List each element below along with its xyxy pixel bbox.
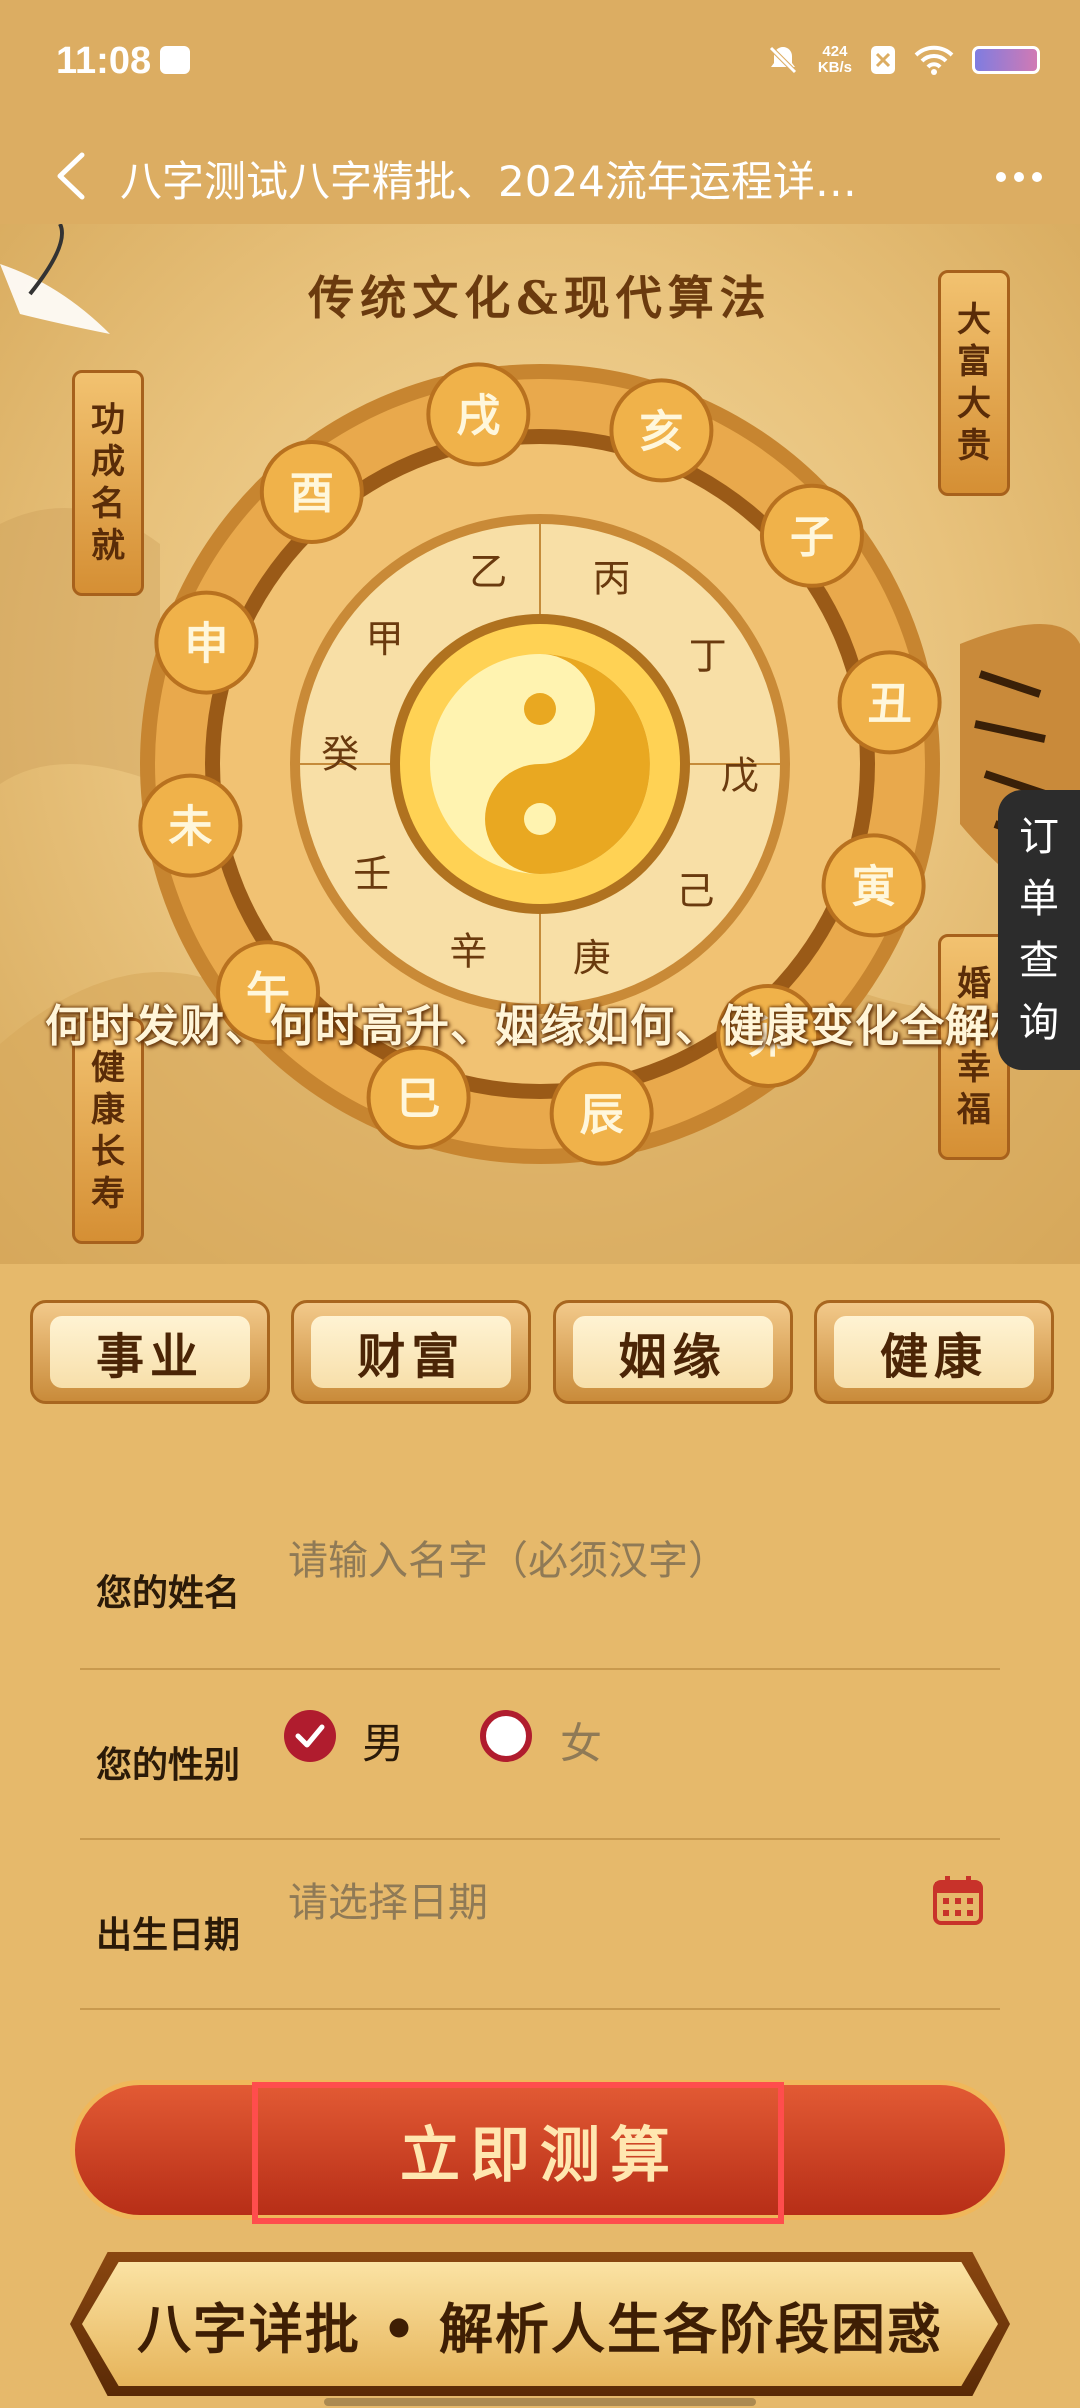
more-dot-icon: [1032, 172, 1042, 182]
category-label: 姻缘: [572, 1316, 773, 1388]
branch-medallion: 未: [138, 773, 243, 878]
hero-banner: 戌亥子丑寅卯辰巳午未申酉 乙丙丁戊己庚辛壬癸甲 传统文化&现代算法 功成名就 大…: [0, 224, 1080, 1264]
more-dot-icon: [996, 172, 1006, 182]
category-label: 事业: [50, 1316, 250, 1388]
name-row: 您的姓名 请输入名字（必须汉字）: [80, 1500, 1000, 1670]
order-query-char: 订: [1019, 814, 1059, 860]
stem-label: 庚: [573, 936, 611, 980]
submit-area: 立即测算: [60, 2070, 1020, 2230]
branch-label: 寅: [852, 861, 896, 912]
category-label: 健康: [833, 1316, 1034, 1388]
branch-medallion: 寅: [821, 833, 926, 938]
wifi-icon: [914, 45, 954, 75]
branch-label: 酉: [290, 468, 334, 519]
stem-label: 癸: [321, 733, 359, 777]
network-speed-value: 424: [822, 43, 848, 60]
branch-medallion: 子: [759, 483, 864, 588]
network-speed: 424 KB/s: [818, 44, 852, 76]
message-icon: [160, 46, 190, 74]
status-time: 11:08: [56, 40, 152, 82]
branch-medallion: 巳: [366, 1045, 471, 1150]
more-dot-icon: [1014, 172, 1024, 182]
calendar-icon[interactable]: [932, 1874, 984, 1926]
category-buttons: 事业 财富 姻缘 健康: [30, 1300, 1054, 1404]
order-query-char: 询: [1019, 1000, 1059, 1046]
bottom-banner: 八字详批 • 解析人生各阶段困惑: [70, 2252, 1010, 2396]
sim-icon: [871, 46, 895, 74]
gender-female-radio[interactable]: [480, 1710, 532, 1762]
back-button[interactable]: [36, 140, 108, 212]
status-icons: 424 KB/s: [766, 40, 1040, 80]
order-query-button[interactable]: 订 单 查 询: [998, 790, 1080, 1070]
birth-date-label: 出生日期: [96, 1915, 241, 1956]
nav-bar: 八字测试八字精批、2024流年运程详…: [0, 128, 1080, 224]
category-wealth-button[interactable]: 财富: [291, 1300, 532, 1404]
bottom-banner-text: 八字详批 • 解析人生各阶段困惑: [136, 2296, 944, 2361]
gender-male-radio[interactable]: [284, 1710, 336, 1762]
slogan: 何时发财、何时高升、姻缘如何、健康变化全解析: [45, 1001, 1035, 1052]
bottom-banner-inner: 八字详批 • 解析人生各阶段困惑: [82, 2262, 998, 2386]
hero-subtitle: 传统文化&现代算法: [308, 271, 772, 325]
battery-icon: [972, 46, 1040, 74]
order-query-char: 查: [1019, 938, 1059, 984]
stem-label: 甲: [366, 617, 404, 661]
stem-label: 壬: [353, 852, 391, 896]
name-label: 您的姓名: [96, 1573, 241, 1614]
name-input[interactable]: 请输入名字（必须汉字）: [288, 1528, 728, 1586]
stem-label: 辛: [449, 930, 487, 974]
tag-wealth: 大富大贵: [938, 270, 1010, 496]
branch-label: 巳: [397, 1074, 441, 1125]
branch-label: 子: [790, 512, 834, 563]
branch-medallion: 酉: [259, 440, 364, 545]
branch-label: 亥: [639, 406, 683, 457]
tag-success: 功成名就: [72, 370, 144, 596]
page-title: 八字测试八字精批、2024流年运程详…: [120, 157, 857, 204]
stem-label: 丙: [593, 556, 631, 600]
branch-label: 未: [168, 802, 212, 853]
more-options-button[interactable]: [984, 152, 1054, 202]
branch-medallion: 申: [154, 590, 259, 695]
checkmark-icon: [295, 1724, 325, 1748]
bagua-wheel: 戌亥子丑寅卯辰巳午未申酉 乙丙丁戊己庚辛壬癸甲: [0, 224, 1080, 1264]
category-career-button[interactable]: 事业: [30, 1300, 270, 1404]
branch-label: 申: [184, 619, 228, 670]
branch-medallion: 丑: [837, 650, 942, 755]
birth-date-row: 出生日期 请选择日期: [80, 1840, 1000, 2010]
branch-label: 辰: [580, 1090, 624, 1141]
gender-female-label[interactable]: 女: [560, 1710, 602, 1771]
birth-info-form: 您的姓名 请输入名字（必须汉字） 您的性别 男 女 出生日期 请选择日期: [80, 1500, 1000, 2020]
yin-yang-icon: [430, 654, 650, 874]
home-indicator: [324, 2398, 756, 2406]
stem-label: 己: [676, 869, 714, 913]
mute-icon: [769, 46, 797, 74]
branch-medallion: 辰: [549, 1061, 654, 1166]
highlight-box: [252, 2082, 784, 2224]
branch-medallion: 亥: [609, 378, 714, 483]
birth-date-input[interactable]: 请选择日期: [288, 1870, 488, 1928]
branch-label: 戌: [456, 390, 500, 441]
gender-row: 您的性别 男 女: [80, 1670, 1000, 1840]
stem-label: 戊: [721, 753, 759, 797]
status-bar: 11:08 424 KB/s: [0, 0, 1080, 128]
category-label: 财富: [311, 1316, 512, 1388]
network-speed-unit: KB/s: [817, 59, 852, 76]
stem-label: 丁: [689, 634, 727, 678]
category-marriage-button[interactable]: 姻缘: [552, 1300, 793, 1404]
gender-male-label[interactable]: 男: [362, 1710, 404, 1771]
stem-label: 乙: [469, 550, 507, 594]
gender-label: 您的性别: [96, 1745, 241, 1786]
category-health-button[interactable]: 健康: [813, 1300, 1054, 1404]
branch-medallion: 戌: [426, 362, 531, 467]
back-arrow-icon: [57, 152, 85, 200]
branch-label: 丑: [868, 678, 912, 729]
order-query-char: 单: [1019, 876, 1059, 922]
